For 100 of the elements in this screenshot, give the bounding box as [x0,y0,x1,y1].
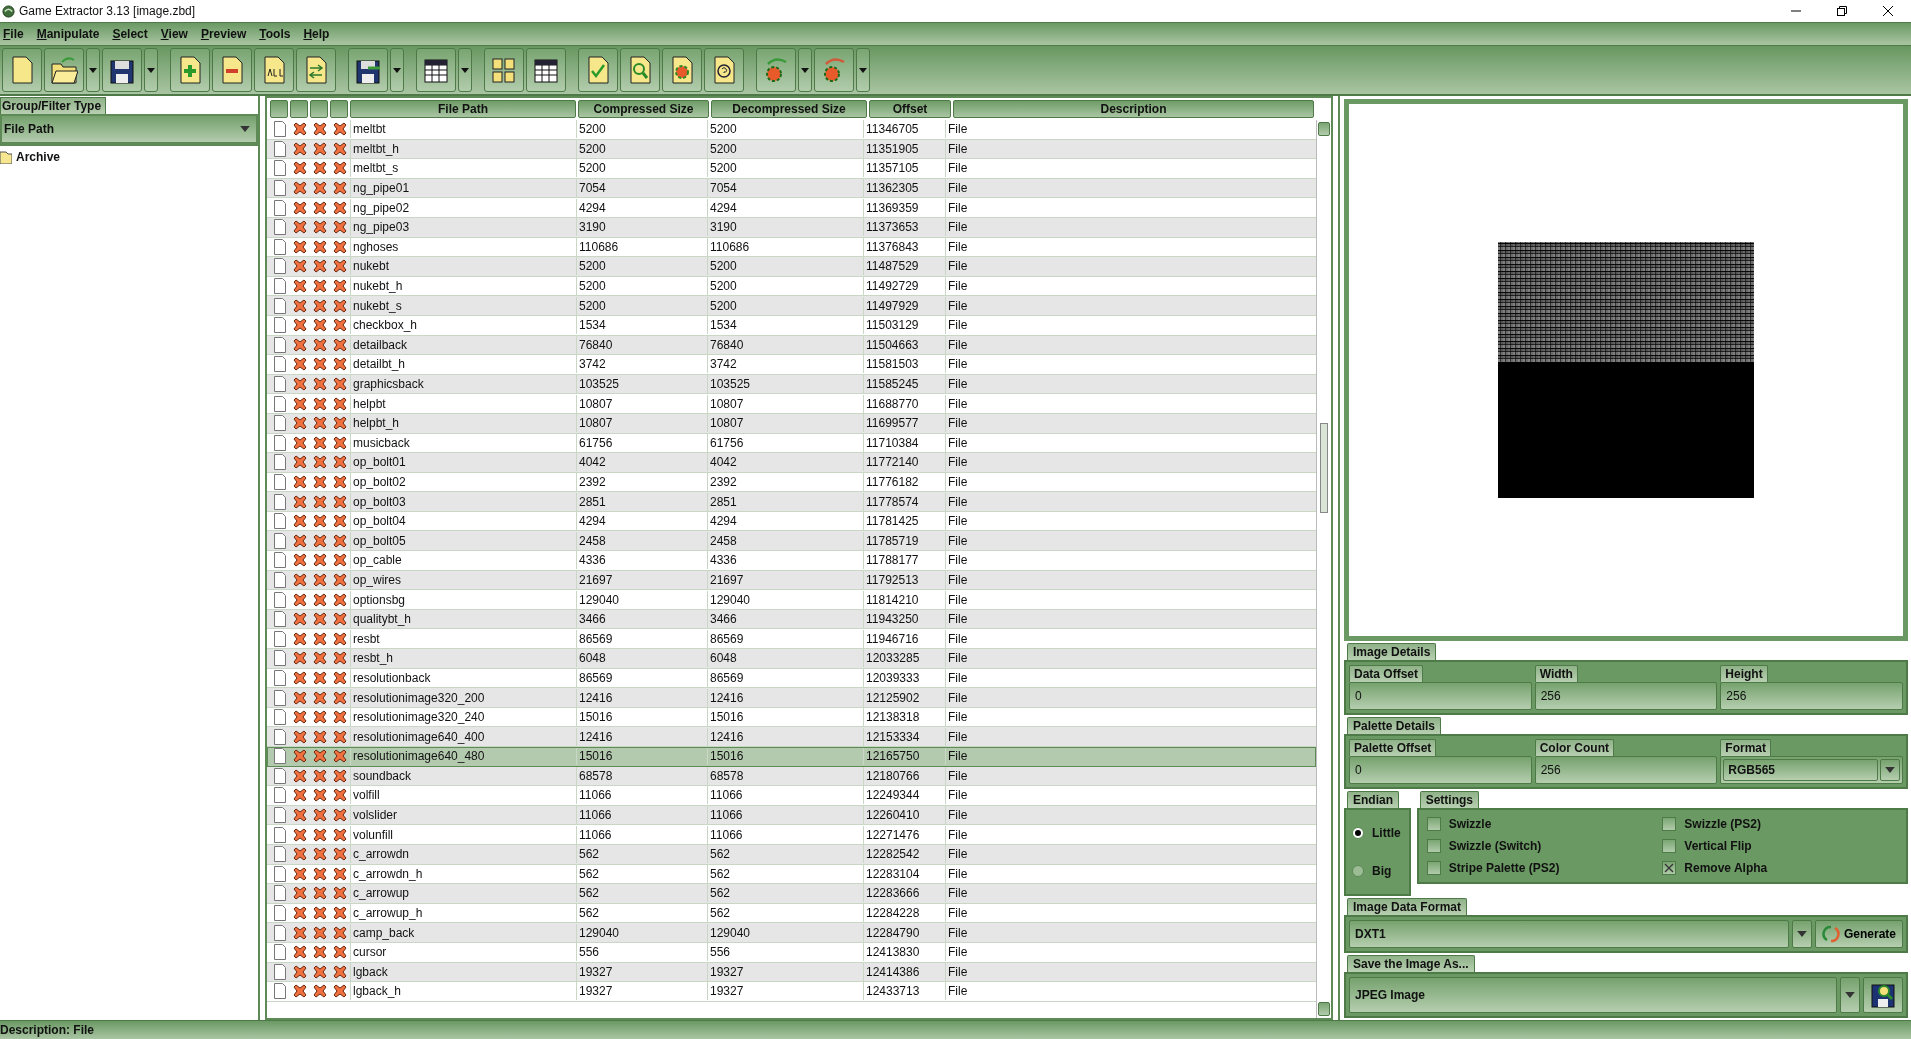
table-row[interactable]: camp_back 129040 129040 12284790 File [267,923,1316,943]
dropdown-button[interactable] [144,48,158,92]
filter-dropdown[interactable]: File Path [0,114,258,144]
scrollbar[interactable] [1316,120,1331,1018]
column-header[interactable]: Offset [869,100,951,118]
toolbar-button[interactable] [44,48,84,92]
checkbox-label[interactable]: Swizzle (Switch) [1448,839,1542,853]
table-row[interactable]: resolutionimage640_400 12416 12416 12153334 File [267,727,1316,747]
text-field[interactable]: 0 [1349,756,1532,784]
table-row[interactable]: soundback 68578 68578 12180766 File [267,766,1316,787]
table-row[interactable]: qualitybt_h 3466 3466 11943250 File [267,609,1316,630]
table-cell: 103525 [576,375,707,393]
table-row[interactable]: lgback_h 19327 19327 12433713 File [267,982,1316,1002]
table-row[interactable]: op_bolt01 4042 4042 11772140 File [267,453,1316,473]
checkbox-label[interactable]: Swizzle [1448,817,1492,831]
column-header[interactable]: Compressed Size [578,100,709,118]
column-header[interactable]: Decompressed Size [711,100,867,118]
cross-icon [313,318,327,333]
radio-label[interactable]: Big [1372,864,1392,878]
scroll-down-button[interactable] [1318,1002,1330,1016]
table-row[interactable]: meltbt_h 5200 5200 11351905 File [267,139,1316,160]
save-format-dropdown[interactable]: JPEG Image [1349,977,1837,1013]
column-header[interactable] [310,100,328,118]
generate-button[interactable]: Generate [1814,920,1903,948]
toolbar-button[interactable] [526,48,566,92]
checkbox[interactable] [1426,861,1441,875]
table-row[interactable]: ng_pipe03 3190 3190 11373653 File [267,217,1316,238]
checkbox[interactable] [1662,861,1677,875]
text-field[interactable]: 0 [1349,682,1532,710]
table-row[interactable]: resbt_h 6048 6048 12033285 File [267,649,1316,669]
format-dropdown[interactable]: RGB565 [1723,759,1878,781]
table-row[interactable]: helpbt_h 10807 10807 11699577 File [267,413,1316,434]
table-row[interactable]: c_arrowdn 562 562 12282542 File [267,844,1316,865]
toolbar-button[interactable] [102,48,142,92]
checkbox[interactable] [1662,839,1677,853]
table-cell: 556 [576,943,707,962]
dropdown-button[interactable] [458,48,472,92]
column-header[interactable]: Description [953,100,1314,118]
column-header[interactable] [330,100,348,118]
dropdown-button[interactable] [1840,977,1860,1013]
checkbox-label[interactable]: Swizzle (PS2) [1684,817,1761,831]
text-field[interactable]: 256 [1720,682,1903,710]
table-cell: 11946716 [863,629,945,648]
cross-icon [293,533,307,548]
table-row[interactable]: ng_pipe01 7054 7054 11362305 File [267,178,1316,199]
menu-item[interactable]: Preview [197,27,257,41]
scroll-up-button[interactable] [1318,122,1330,136]
scrollbar-thumb[interactable] [1320,423,1328,513]
table-row[interactable]: c_arrowup 562 562 12283666 File [267,884,1316,904]
table-row[interactable]: op_bolt03 2851 2851 11778574 File [267,492,1316,512]
table-cell: 129040 [707,590,863,609]
dropdown-button[interactable] [1880,759,1900,781]
radio-label[interactable]: Little [1372,826,1401,840]
save-button[interactable] [1863,977,1903,1013]
cross-icon [313,768,327,783]
checkbox-label[interactable]: Vertical Flip [1684,839,1752,853]
menu-item[interactable]: File [0,27,34,41]
menu-item[interactable]: Select [109,27,158,41]
text-field[interactable]: 256 [1534,682,1718,710]
toolbar-button[interactable] [348,48,388,92]
cross-icon [333,710,347,725]
table-cell: 15016 [576,708,707,727]
dropdown-button[interactable] [390,48,404,92]
checkbox-label[interactable]: Remove Alpha [1684,861,1768,875]
table-row[interactable]: volslider 11066 11066 12260410 File [267,805,1316,826]
menu-item[interactable]: Tools [256,27,301,41]
checkbox-label[interactable]: Stripe Palette (PS2) [1448,861,1560,875]
checkbox[interactable] [1426,817,1441,831]
column-header[interactable] [290,100,308,118]
column-header[interactable]: File Path [350,100,576,118]
table-row[interactable]: op_wires 21697 21697 11792513 File [267,570,1316,591]
menu-item[interactable]: Manipulate [33,27,110,41]
checkbox[interactable] [1662,817,1677,831]
table-row[interactable]: resolutionimage320_200 12416 12416 12125902 File [267,688,1316,708]
toolbar-button[interactable] [416,48,456,92]
toolbar-button[interactable] [704,48,744,92]
menu-item[interactable]: Help [300,27,340,41]
table-row[interactable]: nukebt_s 5200 5200 11497929 File [267,296,1316,316]
cross-icon [293,827,307,842]
menu-item[interactable]: View [157,27,198,41]
tree-item[interactable]: Archive [16,150,61,164]
dropdown-button[interactable] [798,48,812,92]
dropdown-button[interactable] [1791,920,1812,948]
text-field[interactable]: 256 [1534,756,1718,784]
table-row[interactable]: lgback 19327 19327 12414386 File [267,962,1316,983]
document-icon [274,650,286,667]
table-row[interactable]: detailback 76840 76840 11504663 File [267,335,1316,356]
radio-button[interactable] [1352,865,1364,877]
image-format-dropdown[interactable]: DXT1 [1349,920,1789,948]
column-header[interactable] [270,100,288,118]
dropdown-button[interactable] [856,48,870,92]
checkbox[interactable] [1426,839,1441,853]
field-label: Data Offset [1349,665,1423,682]
dropdown-button[interactable] [86,48,100,92]
radio-button[interactable] [1352,827,1364,839]
table-row[interactable]: nukebt 5200 5200 11487529 File [267,257,1316,277]
table-row[interactable]: resolutionimage640_480 15016 15016 12165750 File [267,747,1316,767]
group-filter-tab[interactable]: Group/Filter Type [0,97,107,114]
table-row[interactable]: op_bolt05 2458 2458 11785719 File [267,531,1316,552]
table-row[interactable]: graphicsback 103525 103525 11585245 File [267,374,1316,395]
